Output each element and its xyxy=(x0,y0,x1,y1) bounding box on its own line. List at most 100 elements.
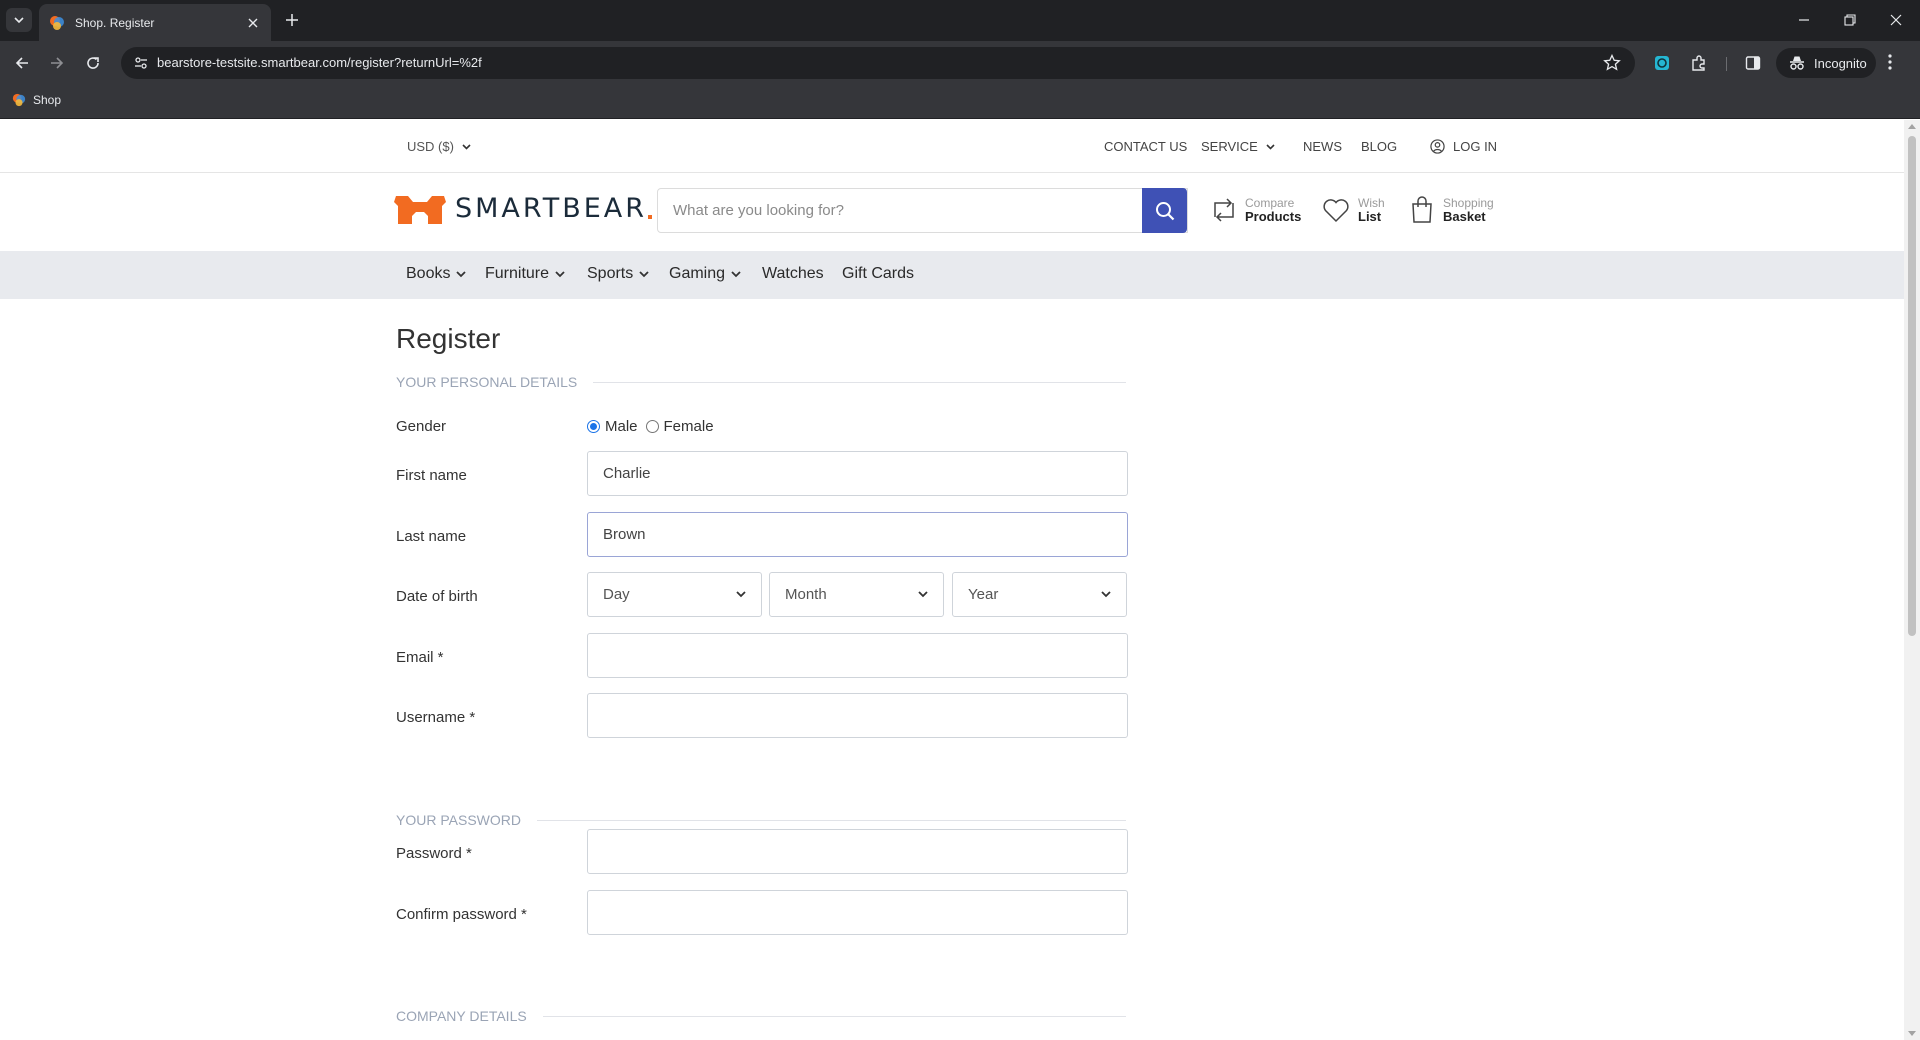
chevron-down-icon xyxy=(731,270,741,277)
browser-tabbar: Shop. Register xyxy=(0,0,1920,41)
menu-item-label: Books xyxy=(406,265,451,282)
browser-menu-icon[interactable] xyxy=(1887,53,1893,71)
site-info-icon[interactable] xyxy=(133,55,149,71)
bookmark-shop[interactable]: Shop xyxy=(12,93,61,107)
forward-icon[interactable] xyxy=(45,51,69,75)
shopping-bag-icon xyxy=(1412,196,1432,223)
new-tab-icon[interactable] xyxy=(282,10,302,30)
email-input[interactable] xyxy=(588,634,1127,677)
extension-icon[interactable] xyxy=(1651,52,1673,74)
first-name-label: First name xyxy=(396,467,467,484)
compare-products-link[interactable]: Compare Products xyxy=(1211,196,1301,224)
category-menu: Books Furniture Sports Gaming Watches Gi… xyxy=(0,251,1904,299)
currency-label: USD ($) xyxy=(407,139,454,154)
close-window-icon[interactable] xyxy=(1874,8,1918,32)
email-field xyxy=(587,633,1128,678)
dob-year-select[interactable]: Year xyxy=(952,572,1127,617)
gender-female-label[interactable]: Female xyxy=(664,418,714,435)
dob-month-select[interactable]: Month xyxy=(769,572,944,617)
bookmark-star-icon[interactable] xyxy=(1603,54,1621,72)
extensions-puzzle-icon[interactable] xyxy=(1688,52,1710,74)
section-title: COMPANY DETAILS xyxy=(396,1008,527,1024)
heart-icon xyxy=(1323,199,1349,223)
wish-list-link[interactable]: Wish List xyxy=(1322,196,1385,224)
dob-day-select[interactable]: Day xyxy=(587,572,762,617)
minimize-icon[interactable] xyxy=(1782,8,1826,32)
menu-item-gift-cards[interactable]: Gift Cards xyxy=(842,265,914,283)
contact-us-label: CONTACT US xyxy=(1104,139,1188,154)
last-name-input[interactable] xyxy=(588,513,1127,556)
chevron-down-icon xyxy=(456,270,467,277)
tab-search-button[interactable] xyxy=(6,8,32,32)
menu-item-watches[interactable]: Watches xyxy=(762,265,824,283)
chevron-down-icon xyxy=(639,270,649,277)
username-input[interactable] xyxy=(588,694,1127,737)
gender-label: Gender xyxy=(396,418,447,435)
first-name-input[interactable] xyxy=(588,452,1127,495)
utility-bar: USD ($) CONTACT US SERVICE NEWS BLOG LOG… xyxy=(0,120,1904,173)
section-divider xyxy=(593,381,1126,383)
blog-link[interactable]: BLOG xyxy=(1361,139,1397,154)
menu-item-gaming[interactable]: Gaming xyxy=(669,265,741,283)
gender-male-label[interactable]: Male xyxy=(605,418,638,435)
news-link[interactable]: NEWS xyxy=(1303,139,1342,154)
login-link[interactable]: LOG IN xyxy=(1430,139,1497,154)
scroll-down-arrow-icon[interactable] xyxy=(1908,1031,1916,1036)
first-name-field xyxy=(587,451,1128,496)
password-label: Password * xyxy=(396,845,472,862)
url-text: bearstore-testsite.smartbear.com/registe… xyxy=(157,55,482,70)
smartbear-logo[interactable]: SMARTBEAR xyxy=(394,192,653,224)
incognito-badge[interactable]: Incognito xyxy=(1776,48,1876,78)
contact-us-link[interactable]: CONTACT US xyxy=(1104,139,1187,154)
reload-icon[interactable] xyxy=(81,51,105,75)
tab-close-icon[interactable] xyxy=(245,15,261,31)
page-title: Register xyxy=(396,323,501,354)
browser-toolbar: bearstore-testsite.smartbear.com/registe… xyxy=(0,41,1920,85)
dob-year-value: Year xyxy=(968,586,999,603)
menu-item-books[interactable]: Books xyxy=(406,265,467,283)
chevron-down-icon xyxy=(14,17,24,24)
section-personal-details: YOUR PERSONAL DETAILS xyxy=(396,374,1126,390)
page-scrollbar[interactable] xyxy=(1904,120,1920,1040)
incognito-label: Incognito xyxy=(1814,55,1867,71)
section-company-details: COMPANY DETAILS xyxy=(396,1008,1126,1024)
shop-favicon-icon xyxy=(50,15,64,30)
menu-item-sports[interactable]: Sports xyxy=(587,265,649,283)
compare-line2: Products xyxy=(1245,209,1302,224)
back-icon[interactable] xyxy=(10,51,34,75)
chevron-down-icon xyxy=(462,143,471,150)
wish-line1: Wish xyxy=(1358,196,1385,210)
tab-active[interactable]: Shop. Register xyxy=(39,4,271,41)
login-label: LOG IN xyxy=(1453,139,1498,154)
side-panel-icon[interactable] xyxy=(1742,52,1764,74)
menu-item-furniture[interactable]: Furniture xyxy=(485,265,565,283)
confirm-password-input[interactable] xyxy=(588,891,1127,934)
confirm-password-field xyxy=(587,890,1128,935)
password-field xyxy=(587,829,1128,874)
email-label: Email * xyxy=(396,649,444,666)
logo-dot xyxy=(648,215,653,219)
search-box xyxy=(657,188,1188,233)
gender-radio-group: Male Female xyxy=(587,418,722,435)
blog-label: BLOG xyxy=(1361,139,1398,154)
search-button[interactable] xyxy=(1142,188,1187,233)
last-name-label: Last name xyxy=(396,528,467,545)
scroll-up-arrow-icon[interactable] xyxy=(1908,124,1916,129)
restore-icon[interactable] xyxy=(1828,8,1872,32)
scrollbar-thumb[interactable] xyxy=(1908,136,1916,636)
search-input[interactable] xyxy=(658,189,1187,232)
section-title: YOUR PASSWORD xyxy=(396,812,521,828)
gender-male-radio[interactable] xyxy=(587,420,600,433)
shopping-basket-link[interactable]: Shopping Basket xyxy=(1409,196,1494,224)
menu-item-label: Gaming xyxy=(669,265,726,282)
web-page: USD ($) CONTACT US SERVICE NEWS BLOG LOG… xyxy=(0,120,1904,1040)
currency-selector[interactable]: USD ($) xyxy=(407,139,471,154)
site-header: SMARTBEAR Compare Products Wish List xyxy=(0,173,1904,251)
service-menu[interactable]: SERVICE xyxy=(1201,139,1275,154)
shop-favicon-icon xyxy=(12,93,26,107)
search-icon xyxy=(1155,201,1174,220)
gender-female-radio[interactable] xyxy=(645,420,659,433)
password-input[interactable] xyxy=(588,830,1127,873)
menu-item-label: Watches xyxy=(762,265,824,282)
address-bar[interactable]: bearstore-testsite.smartbear.com/registe… xyxy=(121,47,1635,79)
